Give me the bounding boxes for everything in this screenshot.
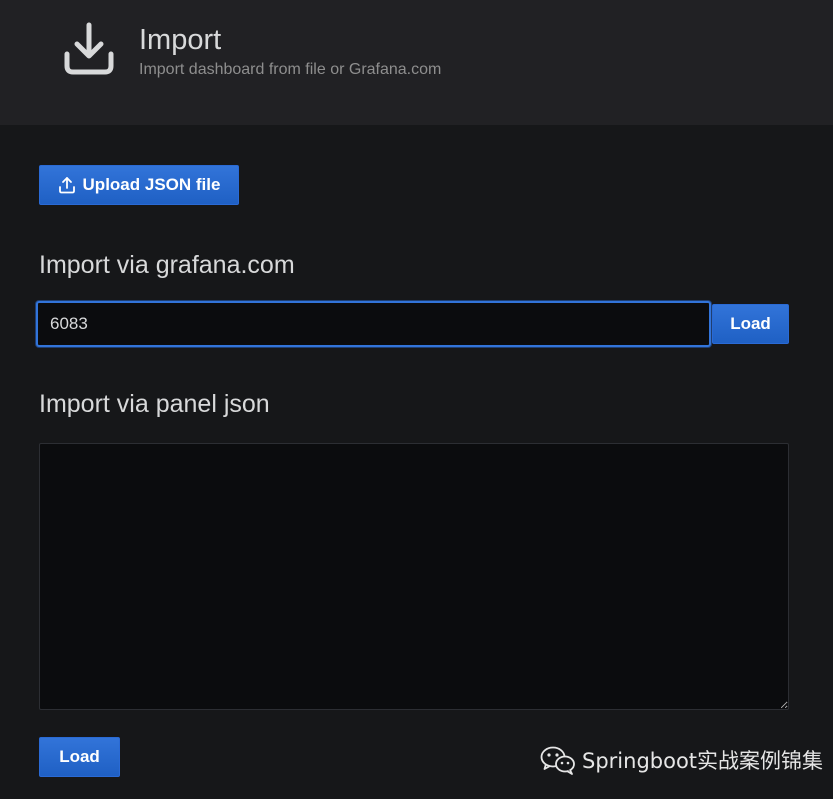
panel-json-section-title: Import via panel json: [39, 390, 270, 418]
grafana-dashboard-id-input[interactable]: [36, 301, 711, 347]
download-icon: [64, 22, 114, 75]
page-title: Import: [139, 24, 222, 56]
grafana-section-title: Import via grafana.com: [39, 251, 295, 279]
grafana-load-button[interactable]: Load: [712, 304, 789, 344]
upload-json-button[interactable]: Upload JSON file: [39, 165, 239, 205]
watermark: Springboot实战案例锦集: [540, 744, 823, 776]
wechat-icon: [540, 746, 575, 775]
watermark-text: Springboot实战案例锦集: [582, 749, 824, 773]
upload-icon: [58, 177, 75, 194]
page-header: Import Import dashboard from file or Gra…: [0, 0, 833, 125]
panel-json-textarea[interactable]: [39, 443, 789, 710]
page-subtitle: Import dashboard from file or Grafana.co…: [139, 61, 442, 78]
upload-json-label: Upload JSON file: [82, 175, 221, 194]
grafana-load-label: Load: [730, 314, 771, 333]
panel-json-load-button[interactable]: Load: [39, 737, 120, 777]
panel-json-load-label: Load: [59, 747, 100, 766]
